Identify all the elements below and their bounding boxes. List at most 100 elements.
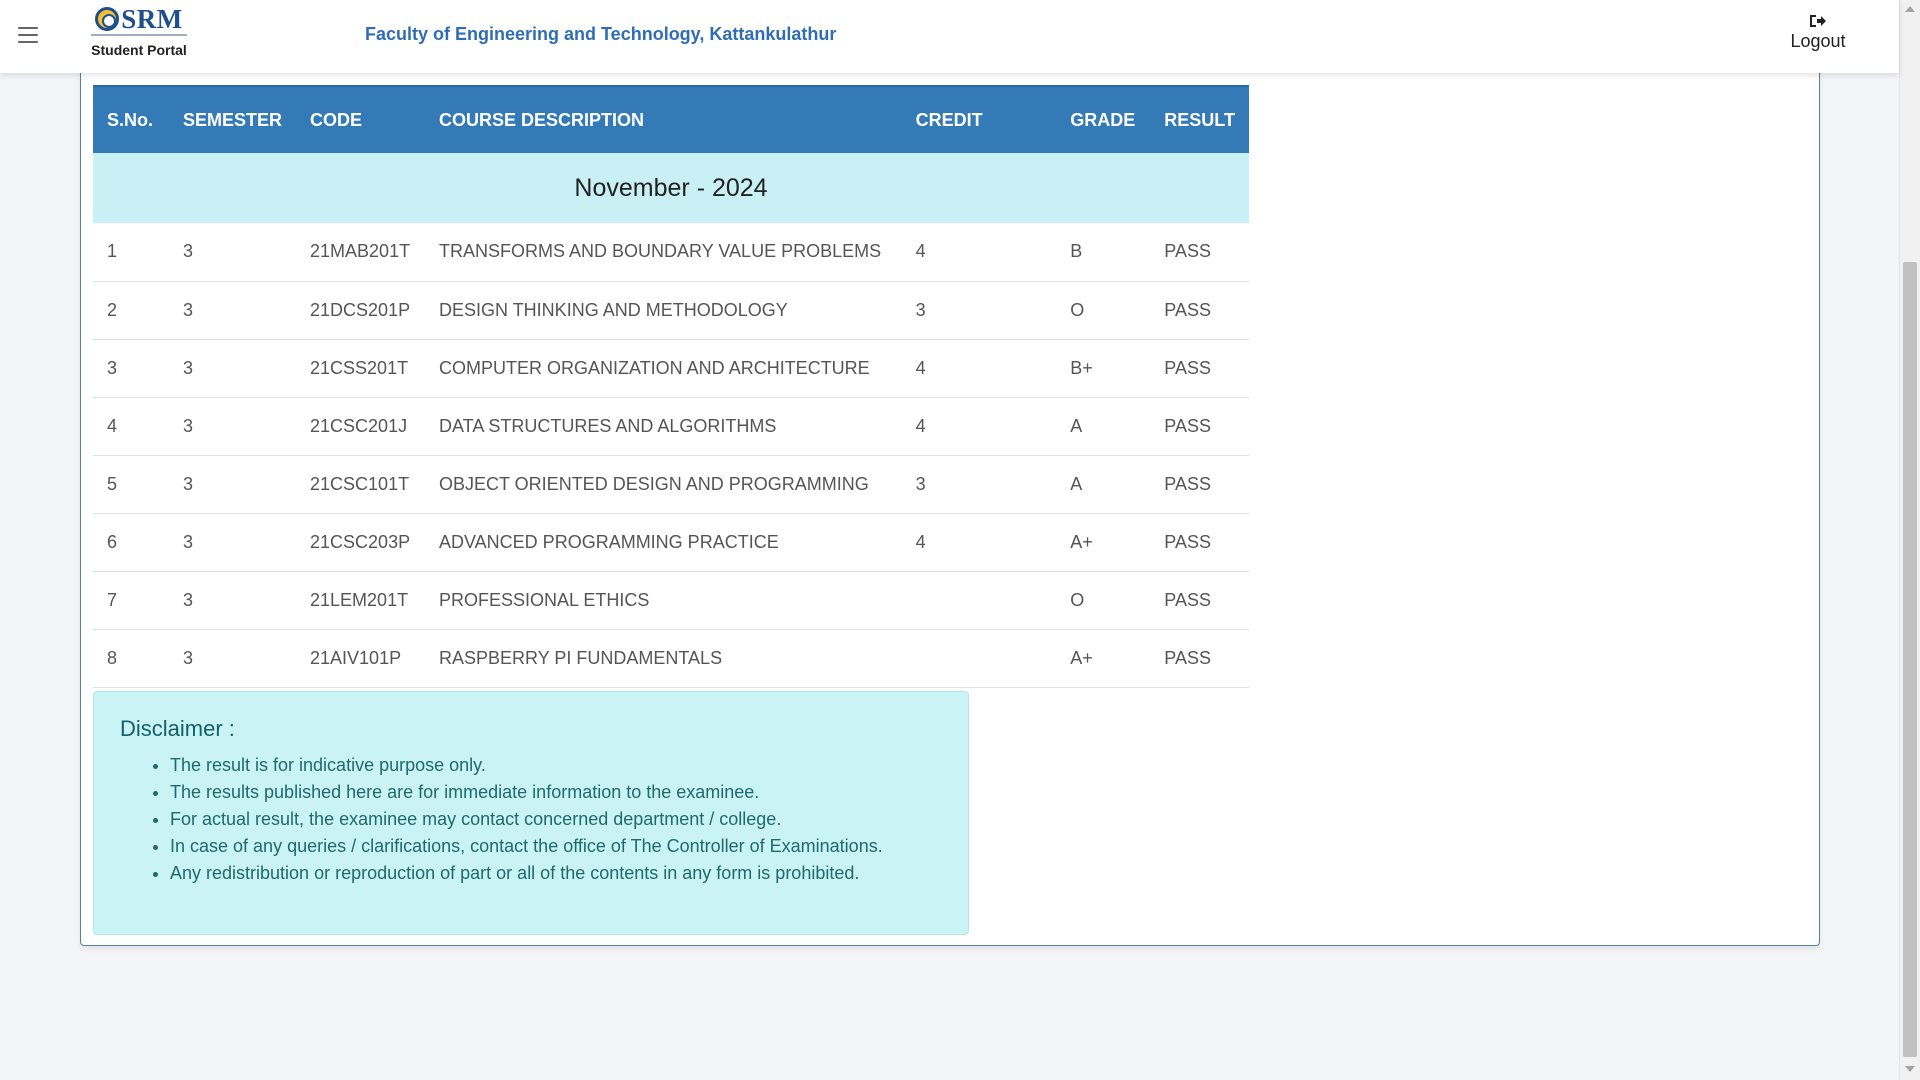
- scroll-down-arrow-icon[interactable]: [1905, 1066, 1915, 1072]
- cell-semester: 3: [168, 513, 297, 572]
- cell-result: PASS: [1150, 281, 1249, 340]
- disclaimer-item: The results published here are for immed…: [170, 779, 942, 806]
- cell-credit: 4: [901, 223, 1057, 282]
- portal-title: Student Portal: [91, 42, 187, 58]
- faculty-name: Faculty of Engineering and Technology, K…: [365, 24, 837, 44]
- cell-credit: [901, 571, 1057, 630]
- cell-description: PROFESSIONAL ETHICS: [425, 571, 902, 630]
- cell-code: 21CSC101T: [296, 455, 425, 514]
- cell-semester: 3: [168, 629, 297, 688]
- table-row: 5 3 21CSC101T OBJECT ORIENTED DESIGN AND…: [93, 455, 1249, 514]
- cell-description: COMPUTER ORGANIZATION AND ARCHITECTURE: [425, 339, 902, 398]
- cell-description: DATA STRUCTURES AND ALGORITHMS: [425, 397, 902, 456]
- disclaimer-item: For actual result, the examinee may cont…: [170, 806, 942, 833]
- cell-credit: 3: [901, 281, 1057, 340]
- logout-button[interactable]: Logout: [1770, 14, 1866, 52]
- session-label: November - 2024: [93, 153, 1249, 223]
- cell-sno: 6: [93, 513, 169, 572]
- disclaimer-title: Disclaimer :: [120, 716, 235, 741]
- cell-credit: [901, 629, 1057, 688]
- cell-sno: 4: [93, 397, 169, 456]
- table-header-row: S.No. SEMESTER CODE COURSE DESCRIPTION C…: [93, 85, 1249, 153]
- cell-sno: 1: [93, 223, 169, 282]
- cell-description: RASPBERRY PI FUNDAMENTALS: [425, 629, 902, 688]
- cell-result: PASS: [1150, 339, 1249, 398]
- srm-emblem-icon: [95, 7, 120, 31]
- cell-code: 21CSS201T: [296, 339, 425, 398]
- cell-semester: 3: [168, 223, 297, 282]
- cell-sno: 3: [93, 339, 169, 398]
- header-grade: GRADE: [1056, 85, 1151, 153]
- cell-code: 21DCS201P: [296, 281, 425, 340]
- cell-grade: B: [1056, 223, 1151, 282]
- cell-description: ADVANCED PROGRAMMING PRACTICE: [425, 513, 902, 572]
- table-row: 2 3 21DCS201P DESIGN THINKING AND METHOD…: [93, 281, 1249, 340]
- cell-result: PASS: [1150, 571, 1249, 630]
- table-row: 3 3 21CSS201T COMPUTER ORGANIZATION AND …: [93, 339, 1249, 398]
- cell-grade: O: [1056, 571, 1151, 630]
- table-row: 7 3 21LEM201T PROFESSIONAL ETHICS O PASS: [93, 571, 1249, 630]
- session-row: November - 2024: [93, 153, 1249, 223]
- vertical-scrollbar[interactable]: [1899, 0, 1920, 1080]
- disclaimer-item: Any redistribution or reproduction of pa…: [170, 860, 942, 887]
- cell-description: DESIGN THINKING AND METHODOLOGY: [425, 281, 902, 340]
- cell-code: 21CSC203P: [296, 513, 425, 572]
- disclaimer-item: The result is for indicative purpose onl…: [170, 752, 942, 779]
- cell-grade: A+: [1056, 629, 1151, 688]
- cell-result: PASS: [1150, 223, 1249, 282]
- logo-text: SRM: [121, 4, 183, 34]
- cell-description: TRANSFORMS AND BOUNDARY VALUE PROBLEMS: [425, 223, 902, 282]
- cell-code: 21CSC201J: [296, 397, 425, 456]
- hamburger-menu-icon[interactable]: [18, 27, 38, 43]
- sign-out-icon: [1810, 15, 1826, 27]
- cell-result: PASS: [1150, 513, 1249, 572]
- cell-grade: A: [1056, 397, 1151, 456]
- header-code: CODE: [296, 85, 425, 153]
- scroll-up-arrow-icon[interactable]: [1905, 6, 1915, 12]
- cell-semester: 3: [168, 339, 297, 398]
- cell-code: 21AIV101P: [296, 629, 425, 688]
- cell-grade: A+: [1056, 513, 1151, 572]
- cell-sno: 5: [93, 455, 169, 514]
- cell-semester: 3: [168, 281, 297, 340]
- results-table: S.No. SEMESTER CODE COURSE DESCRIPTION C…: [93, 85, 1249, 688]
- srm-logo: SRM: [84, 4, 194, 34]
- scroll-thumb[interactable]: [1903, 262, 1917, 1057]
- table-row: 4 3 21CSC201J DATA STRUCTURES AND ALGORI…: [93, 397, 1249, 456]
- results-card: S.No. SEMESTER CODE COURSE DESCRIPTION C…: [80, 60, 1820, 946]
- cell-credit: 4: [901, 339, 1057, 398]
- cell-code: 21LEM201T: [296, 571, 425, 630]
- top-navbar: SRM Student Portal Faculty of Engineerin…: [0, 0, 1899, 73]
- cell-sno: 7: [93, 571, 169, 630]
- cell-grade: B+: [1056, 339, 1151, 398]
- cell-result: PASS: [1150, 455, 1249, 514]
- cell-code: 21MAB201T: [296, 223, 425, 282]
- logo-tagline: [91, 34, 187, 36]
- cell-credit: 4: [901, 397, 1057, 456]
- table-row: 1 3 21MAB201T TRANSFORMS AND BOUNDARY VA…: [93, 223, 1249, 282]
- disclaimer-list: The result is for indicative purpose onl…: [120, 752, 942, 887]
- header-sno: S.No.: [93, 85, 169, 153]
- cell-grade: A: [1056, 455, 1151, 514]
- disclaimer-box: Disclaimer : The result is for indicativ…: [93, 691, 969, 935]
- logout-label: Logout: [1790, 31, 1846, 51]
- cell-sno: 8: [93, 629, 169, 688]
- cell-semester: 3: [168, 455, 297, 514]
- portal-logo[interactable]: SRM Student Portal: [84, 6, 194, 66]
- cell-grade: O: [1056, 281, 1151, 340]
- cell-semester: 3: [168, 571, 297, 630]
- table-row: 8 3 21AIV101P RASPBERRY PI FUNDAMENTALS …: [93, 629, 1249, 688]
- cell-semester: 3: [168, 397, 297, 456]
- table-row: 6 3 21CSC203P ADVANCED PROGRAMMING PRACT…: [93, 513, 1249, 572]
- header-semester: SEMESTER: [168, 85, 297, 153]
- header-credit: CREDIT: [901, 85, 1057, 153]
- cell-result: PASS: [1150, 397, 1249, 456]
- disclaimer-item: In case of any queries / clarifications,…: [170, 833, 942, 860]
- cell-sno: 2: [93, 281, 169, 340]
- header-course-description: COURSE DESCRIPTION: [425, 85, 902, 153]
- cell-credit: 3: [901, 455, 1057, 514]
- cell-description: OBJECT ORIENTED DESIGN AND PROGRAMMING: [425, 455, 902, 514]
- cell-result: PASS: [1150, 629, 1249, 688]
- cell-credit: 4: [901, 513, 1057, 572]
- header-result: RESULT: [1150, 85, 1249, 153]
